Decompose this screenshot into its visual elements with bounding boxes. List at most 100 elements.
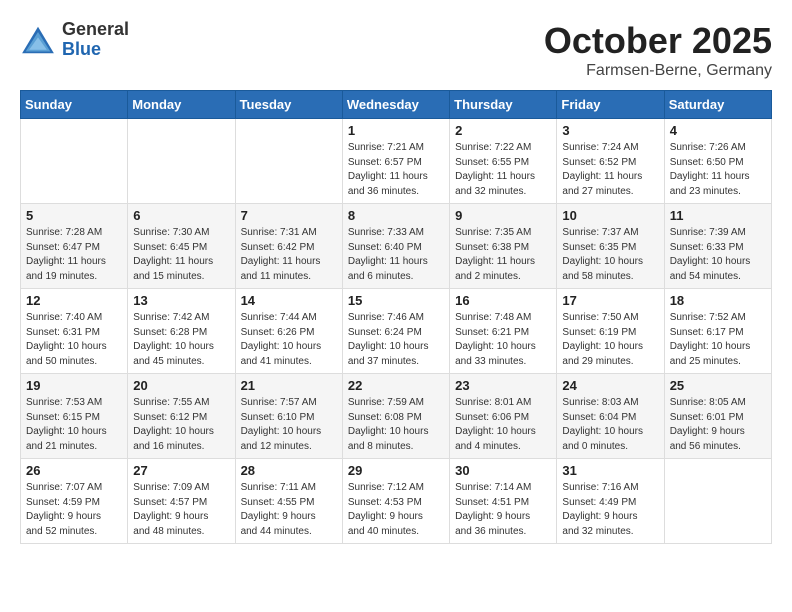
day-number: 5 xyxy=(26,208,122,223)
day-info: Sunrise: 7:55 AM Sunset: 6:12 PM Dayligh… xyxy=(133,396,229,454)
day-number: 10 xyxy=(562,208,658,223)
day-info: Sunrise: 7:46 AM Sunset: 6:24 PM Dayligh… xyxy=(348,311,444,369)
calendar-cell: 8 Sunrise: 7:33 AM Sunset: 6:40 PM Daylig… xyxy=(342,204,449,289)
week-row-4: 19Sunrise: 7:53 AM Sunset: 6:15 PM Dayli… xyxy=(21,374,772,459)
week-row-2: 5 Sunrise: 7:28 AM Sunset: 6:47 PM Daylig… xyxy=(21,204,772,289)
day-info: Sunrise: 7:33 AM Sunset: 6:40 PM Dayligh… xyxy=(348,226,444,284)
day-info: Sunrise: 7:12 AM Sunset: 4:53 PM Dayligh… xyxy=(348,481,444,539)
day-info: Sunrise: 7:26 AM Sunset: 6:50 PM Dayligh… xyxy=(670,141,766,199)
day-info: Sunrise: 7:44 AM Sunset: 6:26 PM Dayligh… xyxy=(241,311,337,369)
calendar-cell: 26 Sunrise: 7:07 AM Sunset: 4:59 PM Dayli… xyxy=(21,459,128,544)
day-info: Sunrise: 7:57 AM Sunset: 6:10 PM Dayligh… xyxy=(241,396,337,454)
calendar-cell: 10 Sunrise: 7:37 AM Sunset: 6:35 PM Dayli… xyxy=(557,204,664,289)
calendar-cell: 7Sunrise: 7:31 AM Sunset: 6:42 PM Daylig… xyxy=(235,204,342,289)
location: Farmsen-Berne, Germany xyxy=(544,62,772,80)
day-number: 14 xyxy=(241,293,337,308)
calendar-cell: 11 Sunrise: 7:39 AM Sunset: 6:33 PM Dayli… xyxy=(664,204,771,289)
day-number: 2 xyxy=(455,123,551,138)
calendar-cell: 12Sunrise: 7:40 AM Sunset: 6:31 PM Dayli… xyxy=(21,289,128,374)
weekday-header-thursday: Thursday xyxy=(450,91,557,119)
day-info: Sunrise: 7:30 AM Sunset: 6:45 PM Dayligh… xyxy=(133,226,229,284)
weekday-header-saturday: Saturday xyxy=(664,91,771,119)
calendar-cell: 31 Sunrise: 7:16 AM Sunset: 4:49 PM Dayli… xyxy=(557,459,664,544)
day-info: Sunrise: 7:42 AM Sunset: 6:28 PM Dayligh… xyxy=(133,311,229,369)
calendar-cell xyxy=(664,459,771,544)
title-block: October 2025 Farmsen-Berne, Germany xyxy=(544,20,772,80)
calendar-cell: 27 Sunrise: 7:09 AM Sunset: 4:57 PM Dayli… xyxy=(128,459,235,544)
logo: General Blue xyxy=(20,20,129,60)
calendar-cell xyxy=(21,119,128,204)
day-info: Sunrise: 7:35 AM Sunset: 6:38 PM Dayligh… xyxy=(455,226,551,284)
calendar-cell: 29Sunrise: 7:12 AM Sunset: 4:53 PM Dayli… xyxy=(342,459,449,544)
day-number: 27 xyxy=(133,463,229,478)
day-number: 17 xyxy=(562,293,658,308)
calendar-cell: 4 Sunrise: 7:26 AM Sunset: 6:50 PM Daylig… xyxy=(664,119,771,204)
calendar-cell: 2Sunrise: 7:22 AM Sunset: 6:55 PM Daylig… xyxy=(450,119,557,204)
day-number: 28 xyxy=(241,463,337,478)
calendar-cell: 20 Sunrise: 7:55 AM Sunset: 6:12 PM Dayli… xyxy=(128,374,235,459)
day-number: 4 xyxy=(670,123,766,138)
page-header: General Blue October 2025 Farmsen-Berne,… xyxy=(20,20,772,80)
day-number: 11 xyxy=(670,208,766,223)
calendar-cell: 14 Sunrise: 7:44 AM Sunset: 6:26 PM Dayli… xyxy=(235,289,342,374)
day-number: 15 xyxy=(348,293,444,308)
day-number: 18 xyxy=(670,293,766,308)
day-number: 20 xyxy=(133,378,229,393)
month-title: October 2025 xyxy=(544,20,772,62)
day-number: 8 xyxy=(348,208,444,223)
calendar-cell: 24 Sunrise: 8:03 AM Sunset: 6:04 PM Dayli… xyxy=(557,374,664,459)
day-number: 3 xyxy=(562,123,658,138)
day-info: Sunrise: 8:03 AM Sunset: 6:04 PM Dayligh… xyxy=(562,396,658,454)
calendar-cell: 5 Sunrise: 7:28 AM Sunset: 6:47 PM Daylig… xyxy=(21,204,128,289)
day-info: Sunrise: 7:59 AM Sunset: 6:08 PM Dayligh… xyxy=(348,396,444,454)
day-number: 24 xyxy=(562,378,658,393)
day-number: 25 xyxy=(670,378,766,393)
calendar-cell: 3 Sunrise: 7:24 AM Sunset: 6:52 PM Daylig… xyxy=(557,119,664,204)
calendar-cell: 13 Sunrise: 7:42 AM Sunset: 6:28 PM Dayli… xyxy=(128,289,235,374)
weekday-header-tuesday: Tuesday xyxy=(235,91,342,119)
day-info: Sunrise: 7:11 AM Sunset: 4:55 PM Dayligh… xyxy=(241,481,337,539)
day-info: Sunrise: 7:39 AM Sunset: 6:33 PM Dayligh… xyxy=(670,226,766,284)
day-number: 23 xyxy=(455,378,551,393)
calendar-cell: 6 Sunrise: 7:30 AM Sunset: 6:45 PM Daylig… xyxy=(128,204,235,289)
day-info: Sunrise: 7:21 AM Sunset: 6:57 PM Dayligh… xyxy=(348,141,444,199)
calendar-cell: 18 Sunrise: 7:52 AM Sunset: 6:17 PM Dayli… xyxy=(664,289,771,374)
weekday-header-friday: Friday xyxy=(557,91,664,119)
day-info: Sunrise: 7:52 AM Sunset: 6:17 PM Dayligh… xyxy=(670,311,766,369)
day-number: 21 xyxy=(241,378,337,393)
calendar-cell: 16Sunrise: 7:48 AM Sunset: 6:21 PM Dayli… xyxy=(450,289,557,374)
weekday-header-wednesday: Wednesday xyxy=(342,91,449,119)
day-info: Sunrise: 7:50 AM Sunset: 6:19 PM Dayligh… xyxy=(562,311,658,369)
day-info: Sunrise: 7:07 AM Sunset: 4:59 PM Dayligh… xyxy=(26,481,122,539)
day-number: 13 xyxy=(133,293,229,308)
day-number: 26 xyxy=(26,463,122,478)
calendar-cell: 1Sunrise: 7:21 AM Sunset: 6:57 PM Daylig… xyxy=(342,119,449,204)
day-info: Sunrise: 7:28 AM Sunset: 6:47 PM Dayligh… xyxy=(26,226,122,284)
calendar-cell: 17 Sunrise: 7:50 AM Sunset: 6:19 PM Dayli… xyxy=(557,289,664,374)
day-number: 31 xyxy=(562,463,658,478)
day-number: 16 xyxy=(455,293,551,308)
day-info: Sunrise: 7:16 AM Sunset: 4:49 PM Dayligh… xyxy=(562,481,658,539)
logo-general-text: General xyxy=(62,20,129,40)
calendar-cell: 22Sunrise: 7:59 AM Sunset: 6:08 PM Dayli… xyxy=(342,374,449,459)
logo-text: General Blue xyxy=(62,20,129,60)
weekday-header-row: SundayMondayTuesdayWednesdayThursdayFrid… xyxy=(21,91,772,119)
calendar-cell xyxy=(235,119,342,204)
day-number: 9 xyxy=(455,208,551,223)
day-info: Sunrise: 7:40 AM Sunset: 6:31 PM Dayligh… xyxy=(26,311,122,369)
day-info: Sunrise: 8:01 AM Sunset: 6:06 PM Dayligh… xyxy=(455,396,551,454)
weekday-header-sunday: Sunday xyxy=(21,91,128,119)
day-number: 6 xyxy=(133,208,229,223)
day-info: Sunrise: 8:05 AM Sunset: 6:01 PM Dayligh… xyxy=(670,396,766,454)
day-info: Sunrise: 7:09 AM Sunset: 4:57 PM Dayligh… xyxy=(133,481,229,539)
day-number: 30 xyxy=(455,463,551,478)
calendar-cell: 23 Sunrise: 8:01 AM Sunset: 6:06 PM Dayli… xyxy=(450,374,557,459)
day-info: Sunrise: 7:37 AM Sunset: 6:35 PM Dayligh… xyxy=(562,226,658,284)
week-row-3: 12Sunrise: 7:40 AM Sunset: 6:31 PM Dayli… xyxy=(21,289,772,374)
week-row-1: 1Sunrise: 7:21 AM Sunset: 6:57 PM Daylig… xyxy=(21,119,772,204)
calendar-cell: 19Sunrise: 7:53 AM Sunset: 6:15 PM Dayli… xyxy=(21,374,128,459)
day-info: Sunrise: 7:14 AM Sunset: 4:51 PM Dayligh… xyxy=(455,481,551,539)
day-info: Sunrise: 7:24 AM Sunset: 6:52 PM Dayligh… xyxy=(562,141,658,199)
logo-blue-text: Blue xyxy=(62,40,129,60)
day-number: 7 xyxy=(241,208,337,223)
